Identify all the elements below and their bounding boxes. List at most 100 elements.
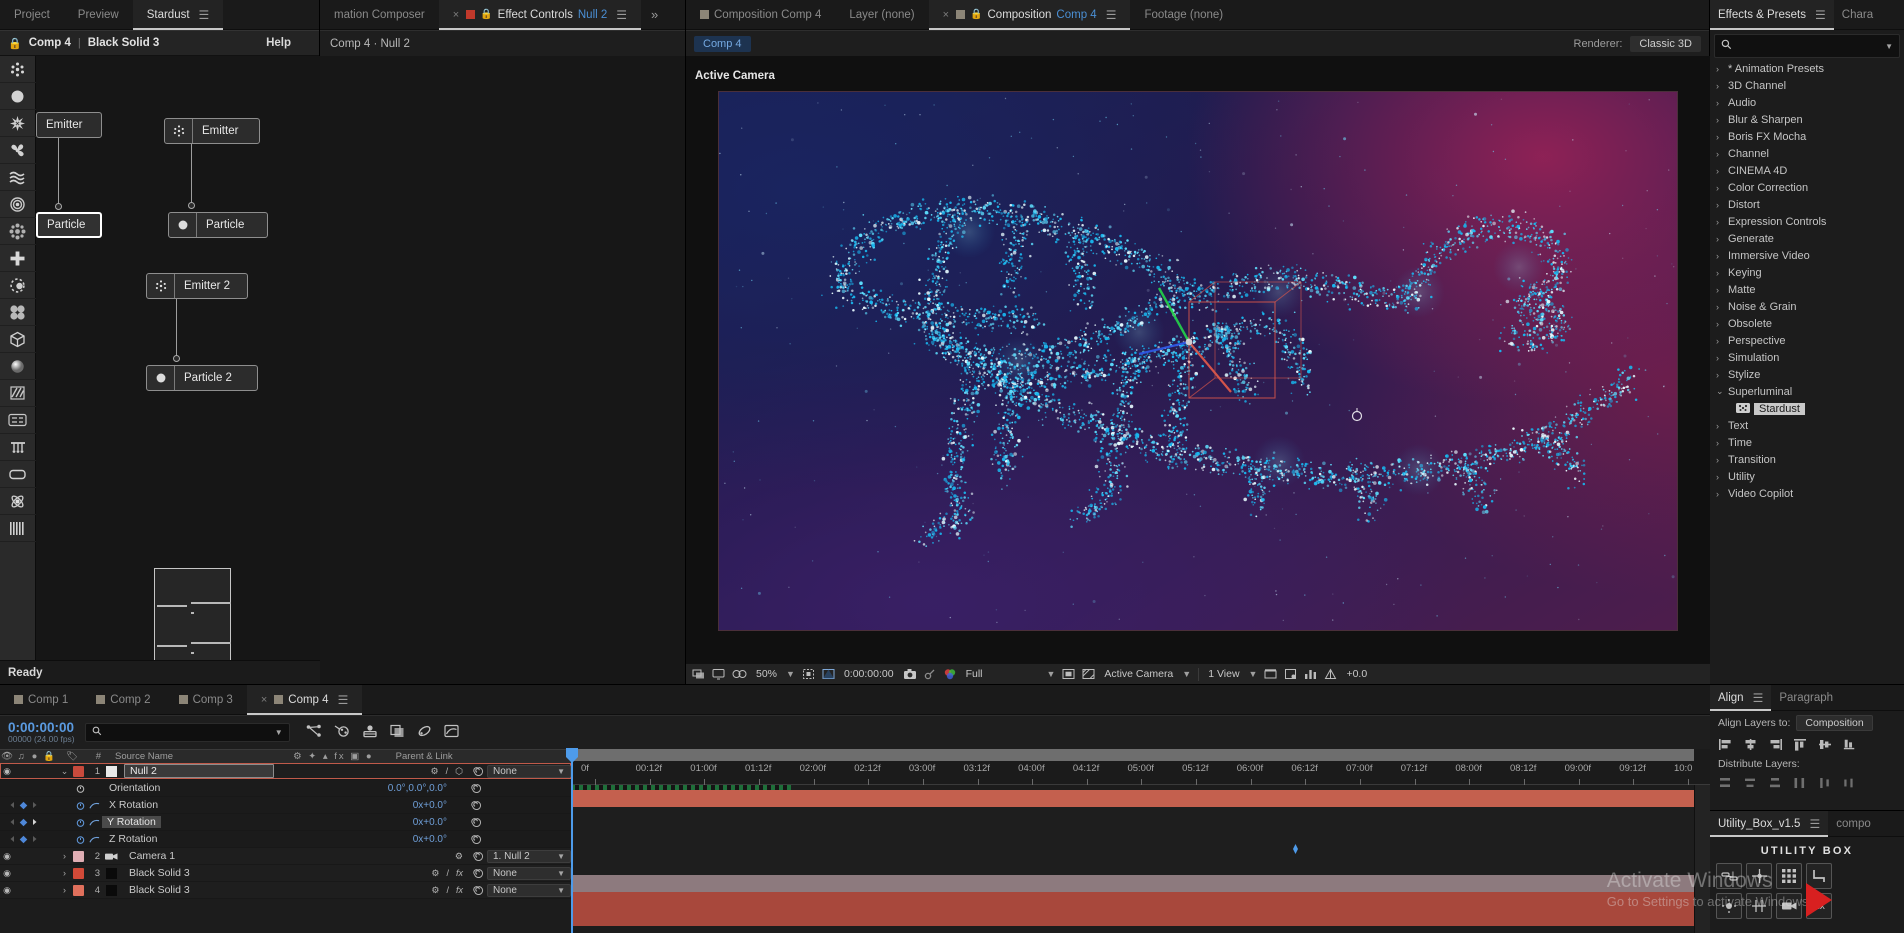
plus-icon[interactable] — [0, 245, 36, 272]
chevron-right-icon[interactable]: › — [1716, 336, 1728, 346]
layer-visibility-toggle[interactable]: ◉ — [0, 885, 14, 896]
chevron-right-icon[interactable]: › — [1716, 234, 1728, 244]
timeline-property-row[interactable]: Y Rotation 0x+0.0° — [0, 814, 571, 831]
timeline-vertical-scrollbar[interactable] — [1694, 785, 1710, 933]
keyframe-navigator[interactable] — [0, 801, 46, 810]
timeline-layer-bars[interactable] — [571, 785, 1710, 933]
overflow-tabs-icon[interactable]: » — [641, 7, 668, 22]
node-emitter-1[interactable]: Emitter — [36, 112, 102, 138]
align-bottom-icon[interactable] — [1843, 738, 1856, 754]
snowflake-icon[interactable] — [0, 218, 36, 245]
node-graph-canvas[interactable]: Emitter Particle Emitter Particle Emitte… — [36, 56, 320, 723]
composition-viewer-stage[interactable] — [686, 56, 1710, 663]
tab-comp-2[interactable]: Comp 2 — [82, 685, 164, 715]
panel-menu-icon[interactable]: ☰ — [616, 8, 627, 22]
property-name[interactable]: Z Rotation — [102, 833, 157, 845]
effects-category-row[interactable]: › Video Copilot — [1710, 485, 1904, 502]
chevron-right-icon[interactable]: › — [1716, 149, 1728, 159]
tab-comp-3[interactable]: Comp 3 — [165, 685, 247, 715]
snapshot-icon[interactable] — [903, 668, 917, 680]
chevron-down-icon[interactable]: ▼ — [557, 869, 565, 878]
distribute-vertical-top-icon[interactable] — [1718, 777, 1733, 792]
text-box-icon[interactable] — [0, 407, 36, 434]
property-value[interactable]: 0x+0.0° — [413, 817, 447, 828]
parent-select[interactable]: None ▼ — [487, 764, 571, 778]
panel-menu-icon[interactable]: ☰ — [1106, 8, 1117, 22]
effects-category-row[interactable]: › Channel — [1710, 145, 1904, 162]
transform-switch-icon[interactable]: ⚙ — [455, 851, 463, 862]
stopwatch-icon[interactable] — [73, 801, 87, 810]
chevron-down-icon[interactable]: ▼ — [557, 852, 565, 861]
tab-effect-controls[interactable]: × 🔒 Effect Controls Null 2 ☰ — [438, 0, 642, 30]
effects-category-row[interactable]: › Blur & Sharpen — [1710, 111, 1904, 128]
zoom-level-value[interactable]: 50% — [754, 668, 779, 680]
effects-category-row[interactable]: › Matte — [1710, 281, 1904, 298]
transparency-grid-icon[interactable] — [822, 668, 835, 680]
fx-switch-icon[interactable]: fx — [456, 885, 463, 895]
effects-category-row[interactable]: ⌄ Superluminal — [1710, 383, 1904, 400]
effects-category-row[interactable]: Stardust — [1710, 400, 1904, 417]
layer-visibility-toggle[interactable]: ◉ — [0, 868, 14, 879]
view-layout-value[interactable]: 1 View — [1206, 668, 1241, 680]
tab-align[interactable]: Align ☰ — [1710, 684, 1772, 711]
effects-category-row[interactable]: › Utility — [1710, 468, 1904, 485]
property-value[interactable]: 0x+0.0° — [413, 800, 447, 811]
panel-menu-icon[interactable]: ☰ — [338, 693, 349, 707]
composition-mini-flowchart-icon[interactable] — [306, 724, 322, 741]
effects-category-row[interactable]: › Obsolete — [1710, 315, 1904, 332]
layer-switches[interactable]: ⚙ / ⬡ — [431, 766, 469, 777]
layer-bar-camera1[interactable] — [571, 875, 1694, 892]
parent-pickwhip-icon[interactable] — [469, 868, 487, 879]
lock-icon[interactable]: 🔒 — [480, 9, 492, 20]
blend-mode-switch-icon[interactable]: / — [446, 766, 449, 776]
parent-pickwhip-icon[interactable] — [451, 834, 571, 845]
work-area-bar[interactable] — [571, 749, 1694, 761]
timeline-layer-row[interactable]: ◉ ⌄ 1 Null 2 ⚙ / ⬡ None ▼ — [0, 763, 571, 780]
effects-category-row[interactable]: › Color Correction — [1710, 179, 1904, 196]
camera-dropdown-icon[interactable]: ▼ — [1182, 669, 1191, 679]
lock-icon[interactable]: 🔒 — [8, 37, 22, 50]
blend-mode-switch-icon[interactable]: / — [446, 885, 449, 895]
chevron-right-icon[interactable]: › — [1716, 251, 1728, 261]
timeline-layer-row[interactable]: ◉ › 4 Black Solid 3 ⚙ / fx None ▼ — [0, 882, 571, 899]
timeline-layer-row[interactable]: ◉ › 3 Black Solid 3 ⚙ / fx None ▼ — [0, 865, 571, 882]
move-anchor-icon[interactable] — [1746, 863, 1772, 889]
layer-name[interactable]: Null 2 — [124, 764, 274, 778]
chevron-right-icon[interactable]: › — [1716, 285, 1728, 295]
property-name[interactable]: X Rotation — [102, 799, 158, 811]
current-time-indicator[interactable] — [566, 748, 578, 933]
title-safe-icon[interactable] — [1082, 668, 1095, 680]
parent-pickwhip-icon[interactable] — [469, 766, 487, 777]
layer-name[interactable]: Black Solid 3 — [122, 867, 190, 879]
tab-comp-1[interactable]: Comp 1 — [0, 685, 82, 715]
effects-category-row[interactable]: › 3D Channel — [1710, 77, 1904, 94]
chevron-down-icon[interactable]: ⌄ — [1716, 386, 1728, 397]
layer-switches[interactable]: ⚙ — [455, 851, 469, 862]
node-emitter-2[interactable]: Emitter — [164, 118, 260, 144]
effects-category-list[interactable]: › * Animation Presets › 3D Channel › Audio › Bl… — [1710, 60, 1904, 684]
shelf-icon[interactable] — [0, 434, 36, 461]
graph-editor-icon[interactable] — [444, 724, 459, 741]
panel-menu-icon[interactable]: ☰ — [1809, 817, 1820, 831]
value-graph-icon[interactable] — [87, 818, 102, 827]
value-graph-icon[interactable] — [87, 835, 102, 844]
chevron-right-icon[interactable]: › — [1716, 132, 1728, 142]
align-center-vertical-icon[interactable] — [1818, 738, 1833, 754]
three-d-switch-icon[interactable]: ⬡ — [455, 766, 463, 777]
search-dropdown-icon[interactable]: ▼ — [1885, 42, 1893, 51]
effects-category-row[interactable]: › Noise & Grain — [1710, 298, 1904, 315]
distribute-horizontal-right-icon[interactable] — [1843, 777, 1856, 792]
effects-category-row[interactable]: › Boris FX Mocha — [1710, 128, 1904, 145]
layer-name[interactable]: Black Solid 3 — [122, 884, 190, 896]
timeline-layer-rows[interactable]: ◉ ⌄ 1 Null 2 ⚙ / ⬡ None ▼ Orientation 0.0°,0.0°,0.… — [0, 763, 571, 933]
help-button[interactable]: Help — [266, 37, 311, 49]
distribute-vertical-center-icon[interactable] — [1743, 777, 1758, 792]
zoom-dropdown-icon[interactable]: ▼ — [786, 669, 795, 679]
effects-search-box[interactable]: ▼ — [1714, 34, 1900, 58]
atom-icon[interactable] — [0, 488, 36, 515]
fan-blades-icon[interactable] — [0, 137, 36, 164]
layer-visibility-toggle[interactable]: ◉ — [0, 766, 14, 777]
burst-icon[interactable] — [0, 110, 36, 137]
effects-category-row[interactable]: › Audio — [1710, 94, 1904, 111]
layer-label-color[interactable] — [73, 884, 84, 896]
